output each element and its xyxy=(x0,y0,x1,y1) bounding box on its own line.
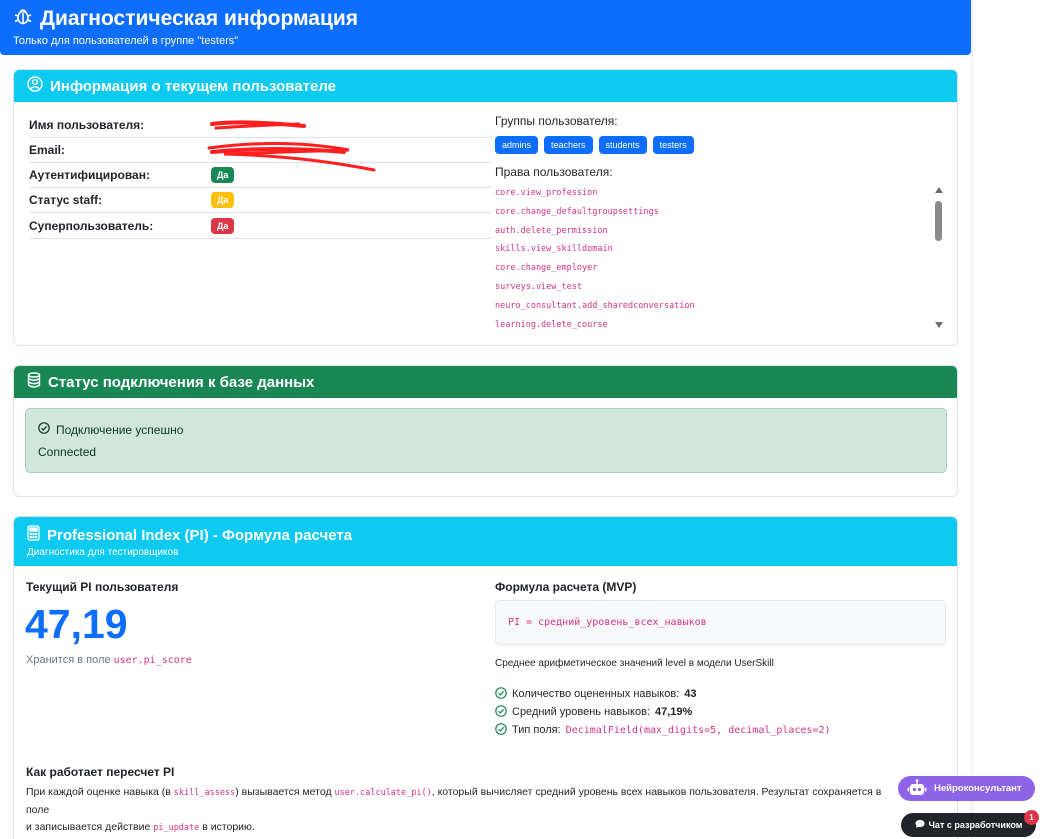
current-pi-label: Текущий PI пользователя xyxy=(26,580,179,594)
username-label: Имя пользователя: xyxy=(29,118,145,132)
user-info-card-title: Информация о текущем пользователе xyxy=(50,77,337,95)
permission-item: core.change_employer xyxy=(495,263,598,274)
superuser-row: Суперпользователь: Да xyxy=(29,214,492,239)
permission-item: surveys.view_test xyxy=(495,281,582,292)
pi-recalc-text: При каждой оценке навыка (в skill_assess… xyxy=(26,784,906,837)
avg-level-label: Средний уровень навыков: xyxy=(512,706,650,718)
recalc-code-pi-update: pi_update xyxy=(153,823,200,833)
formula-box: PI = средний_уровень_всех_навыков xyxy=(495,600,946,645)
db-alert-text: Connected xyxy=(38,445,97,459)
staff-row: Статус staff: Да xyxy=(29,188,492,213)
page-subtitle: Только для пользователей в группе "teste… xyxy=(13,35,239,47)
db-status-card: Статус подключения к базе данных Подключ… xyxy=(13,365,958,497)
db-status-card-header: Статус подключения к базе данных xyxy=(14,366,957,398)
pi-stored-field: Хранится в поле user.pi_score xyxy=(26,654,192,666)
database-icon xyxy=(27,372,41,392)
permission-item: neuro_consultant.add_sharedconversation xyxy=(495,300,695,311)
recalc-text-part: При каждой оценке навыка (в xyxy=(26,786,171,798)
group-badge: testers xyxy=(652,136,694,154)
superuser-badge: Да xyxy=(211,218,235,234)
field-type-label: Тип поля: xyxy=(512,724,561,736)
staff-label: Статус staff: xyxy=(29,193,103,207)
db-alert-title: Подключение успешно xyxy=(38,422,183,437)
group-badge: admins xyxy=(495,136,539,154)
pi-card-title: Professional Index (PI) - Формула расчет… xyxy=(27,525,352,545)
user-info-card-header: Информация о текущем пользователе xyxy=(14,70,957,102)
calculator-icon xyxy=(27,525,40,545)
authenticated-label: Аутентифицирован: xyxy=(29,168,150,182)
recalc-text-part: ) вызывается метод xyxy=(235,786,332,798)
recalc-code-skill-assess: skill_assess xyxy=(173,788,236,798)
dev-chat-label: Чат с разработчиком xyxy=(928,820,1023,830)
recalc-code-calculate-pi: user.calculate_pi() xyxy=(334,788,432,798)
ai-consultant-button[interactable]: Нейроконсультант xyxy=(898,776,1035,801)
pi-card-title-text: Professional Index (PI) - Формула расчет… xyxy=(47,526,353,544)
scroll-up-arrow-icon[interactable] xyxy=(935,187,943,193)
recalc-text-part: в историю. xyxy=(202,821,255,833)
db-status-card-title: Статус подключения к базе данных xyxy=(48,373,315,391)
field-type-value: DecimalField(max_digits=5, decimal_place… xyxy=(565,724,831,736)
scrollbar-thumb[interactable] xyxy=(935,201,942,241)
dev-chat-button[interactable]: Чат с разработчиком xyxy=(901,813,1036,837)
permission-item: skills.view_skilldomain xyxy=(495,244,613,255)
pi-recalc-title: Как работает пересчет PI xyxy=(26,765,175,779)
permissions-list[interactable]: core.view_profession core.change_default… xyxy=(495,184,945,340)
dev-chat-notification-badge: 1 xyxy=(1024,810,1039,825)
current-pi-value: 47,19 xyxy=(25,601,128,647)
recalc-text-part: и записывается действие xyxy=(26,821,151,833)
permission-item: learning.delete_course xyxy=(495,319,608,330)
page: Диагностическая информация Только для по… xyxy=(0,0,1048,839)
check-circle-icon xyxy=(38,422,50,437)
avg-level-value: 47,19% xyxy=(654,706,693,718)
bug-icon xyxy=(13,6,33,32)
superuser-label: Суперпользователь: xyxy=(29,219,154,233)
permission-item: core.change_defaultgroupsettings xyxy=(495,206,659,217)
email-label: Email: xyxy=(29,143,66,157)
pi-card: Professional Index (PI) - Формула расчет… xyxy=(13,516,958,839)
field-type-item: Тип поля: DecimalField(max_digits=5, dec… xyxy=(495,721,831,739)
db-success-alert: Подключение успешно Connected xyxy=(25,408,947,473)
page-title-text: Диагностическая информация xyxy=(40,7,359,30)
permissions-scrollbar[interactable] xyxy=(933,184,945,332)
pi-card-header: Professional Index (PI) - Формула расчет… xyxy=(14,517,957,566)
permission-item: core.view_profession xyxy=(495,188,598,198)
check-circle-icon xyxy=(495,722,507,738)
skills-count-item: Количество оцененных навыков: 43 xyxy=(495,685,831,703)
scroll-down-arrow-icon[interactable] xyxy=(935,322,943,328)
groups-list: admins teachers students testers xyxy=(495,136,694,154)
pi-card-subtitle: Диагностика для тестировщиков xyxy=(27,547,179,558)
skills-count-label: Количество оцененных навыков: xyxy=(512,688,680,700)
chat-bubble-icon xyxy=(915,819,925,831)
formula-description: Среднее арифметическое значений level в … xyxy=(495,658,774,669)
db-alert-title-text: Подключение успешно xyxy=(56,422,184,437)
page-header: Диагностическая информация Только для по… xyxy=(0,0,971,55)
main-column: Диагностическая информация Только для по… xyxy=(0,0,973,839)
permissions-title: Права пользователя: xyxy=(495,165,613,179)
avg-level-item: Средний уровень навыков: 47,19% xyxy=(495,703,831,721)
staff-badge: Да xyxy=(211,192,235,208)
skills-count-value: 43 xyxy=(684,688,697,700)
user-info-card: Информация о текущем пользователе Имя по… xyxy=(13,69,958,346)
permission-item: auth.delete_permission xyxy=(495,225,608,236)
page-title: Диагностическая информация xyxy=(13,6,358,32)
pi-stored-prefix: Хранится в поле xyxy=(26,654,111,666)
ai-consultant-label: Нейроконсультант xyxy=(934,783,1022,794)
redaction-scribble xyxy=(207,120,376,172)
robot-icon xyxy=(907,779,927,801)
person-circle-icon xyxy=(27,76,43,96)
groups-title: Группы пользователя: xyxy=(495,114,618,128)
check-circle-icon xyxy=(495,704,507,720)
formula-title: Формула расчета (MVP) xyxy=(495,580,637,594)
pi-check-list: Количество оцененных навыков: 43 Средний… xyxy=(495,685,831,739)
formula-code: PI = средний_уровень_всех_навыков xyxy=(508,617,707,628)
group-badge: students xyxy=(598,136,647,154)
group-badge: teachers xyxy=(544,136,593,154)
pi-stored-field-code: user.pi_score xyxy=(113,655,192,666)
check-circle-icon xyxy=(495,686,507,702)
